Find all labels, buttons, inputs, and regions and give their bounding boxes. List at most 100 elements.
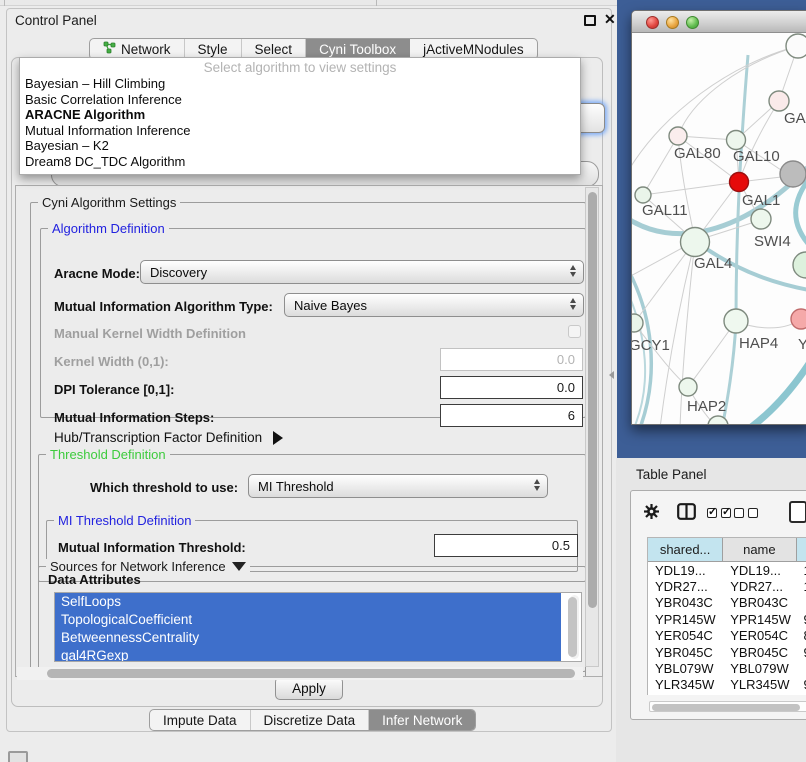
- select-all-columns-icon[interactable]: [707, 506, 735, 521]
- settings-vertical-scrollbar[interactable]: [585, 187, 599, 667]
- group-title: Cyni Algorithm Settings: [38, 195, 180, 210]
- node-gal10[interactable]: [727, 131, 746, 150]
- node-gal11[interactable]: [635, 187, 651, 203]
- window-zoom-button[interactable]: [686, 16, 699, 29]
- table-row[interactable]: YDR27...YDR27...12: [648, 578, 806, 594]
- node-gal1-selected[interactable]: [730, 173, 749, 192]
- table-row[interactable]: YLR345WYLR345W9.: [648, 677, 806, 693]
- mi-steps-label: Mutual Information Steps:: [54, 410, 214, 425]
- table-row[interactable]: YDL19...YDL19...13: [648, 562, 806, 578]
- attribute-item-selected[interactable]: gal4RGexp: [55, 647, 561, 662]
- bottom-tabbar: Impute Data Discretize Data Infer Networ…: [149, 709, 476, 731]
- splitter-handle-icon[interactable]: [609, 371, 614, 379]
- window-close-button[interactable]: [646, 16, 659, 29]
- table-header-row: shared... name: [648, 538, 806, 562]
- tab-discretize-data[interactable]: Discretize Data: [251, 710, 370, 730]
- attribute-item-selected[interactable]: BetweennessCentrality: [55, 629, 561, 647]
- tab-jactivemnodules[interactable]: jActiveMNodules: [410, 39, 537, 59]
- tab-infer-network[interactable]: Infer Network: [369, 710, 475, 730]
- table-panel-title: Table Panel: [636, 467, 707, 482]
- network-canvas[interactable]: GAL8 GAL80 GAL10 GAL1 GAL11 SWI4 GAL4 GC…: [632, 33, 806, 425]
- mi-threshold-label: Mutual Information Threshold:: [58, 540, 246, 555]
- algorithm-option-selected[interactable]: ARACNE Algorithm: [20, 107, 580, 123]
- node-gal80[interactable]: [669, 127, 687, 145]
- list-scrollbar-thumb[interactable]: [568, 597, 577, 657]
- node-label: GAL10: [733, 148, 780, 165]
- stepper-arrows-icon: [534, 479, 540, 491]
- table-panel: Table Panel: [616, 458, 806, 762]
- table-row[interactable]: YBR045CYBR045C9.: [648, 644, 806, 660]
- stepper-arrows-icon: [570, 265, 576, 277]
- apply-button[interactable]: Apply: [275, 677, 343, 700]
- group-title: MI Threshold Definition: [54, 513, 195, 528]
- tab-select[interactable]: Select: [242, 39, 307, 59]
- mi-steps-input[interactable]: 6: [440, 404, 583, 427]
- new-table-icon[interactable]: [789, 501, 806, 523]
- tab-network[interactable]: Network: [90, 39, 185, 59]
- list-scrollbar[interactable]: [570, 595, 579, 659]
- node-unlabeled[interactable]: [786, 34, 806, 58]
- dpi-tolerance-label: DPI Tolerance [0,1]:: [54, 382, 174, 397]
- window-minimize-button[interactable]: [666, 16, 679, 29]
- node-gcy1[interactable]: [632, 314, 643, 332]
- tab-style[interactable]: Style: [185, 39, 242, 59]
- algorithm-option[interactable]: Dream8 DC_TDC Algorithm: [20, 154, 580, 170]
- deselect-all-columns-icon[interactable]: [734, 506, 762, 521]
- close-icon[interactable]: ✕: [604, 11, 616, 28]
- table-row[interactable]: YBL079WYBL079W: [648, 660, 806, 676]
- vertical-scrollbar-thumb[interactable]: [588, 192, 597, 608]
- tab-impute-data[interactable]: Impute Data: [150, 710, 251, 730]
- node-gal8[interactable]: [769, 91, 789, 111]
- node-gal4[interactable]: [681, 228, 710, 257]
- node-gray[interactable]: [780, 161, 806, 187]
- aracne-mode-combobox[interactable]: Discovery: [140, 260, 584, 284]
- tab-cyni-toolbox[interactable]: Cyni Toolbox: [306, 39, 410, 59]
- mi-algorithm-type-combobox[interactable]: Naive Bayes: [284, 293, 584, 317]
- dropdown-prompt: Select algorithm to view settings: [20, 58, 580, 76]
- column-header-shared[interactable]: shared...: [648, 538, 723, 561]
- node-salmon[interactable]: [791, 309, 806, 329]
- float-window-icon[interactable]: [584, 15, 596, 26]
- hub-definition-toggle[interactable]: Hub/Transcription Factor Definition: [54, 430, 283, 445]
- tab-label: Network: [121, 42, 171, 57]
- mi-threshold-input[interactable]: 0.5: [434, 534, 578, 557]
- settings-horizontal-scrollbar[interactable]: [17, 667, 583, 680]
- network-view-window[interactable]: GAL8 GAL80 GAL10 GAL1 GAL11 SWI4 GAL4 GC…: [631, 10, 806, 425]
- tab-label: Select: [255, 42, 293, 57]
- docked-panel-icon[interactable]: [8, 751, 28, 762]
- which-threshold-combobox[interactable]: MI Threshold: [248, 474, 548, 498]
- gear-icon[interactable]: [643, 503, 660, 523]
- node-label: SWI4: [754, 233, 791, 250]
- kernel-width-input[interactable]: 0.0: [440, 348, 583, 371]
- algorithm-option[interactable]: Bayesian – Hill Climbing: [20, 76, 580, 92]
- algorithm-option[interactable]: Basic Correlation Inference: [20, 92, 580, 108]
- table-row-clipped[interactable]: YIL052CYIL052C9: [648, 693, 806, 695]
- dpi-tolerance-input[interactable]: 0.0: [440, 376, 583, 399]
- attribute-item-selected[interactable]: SelfLoops: [55, 593, 561, 611]
- kernel-width-label: Kernel Width (0,1):: [54, 354, 169, 369]
- manual-kernel-width-checkbox[interactable]: [568, 325, 581, 338]
- network-window-titlebar[interactable]: [632, 11, 806, 33]
- node-hap2[interactable]: [679, 378, 697, 396]
- node-attribute-table: shared... name YDL19...YDL19...13 YDR27.…: [647, 537, 806, 695]
- node-hap4[interactable]: [724, 309, 748, 333]
- horizontal-scrollbar-thumb[interactable]: [47, 669, 575, 678]
- node-label: GAL1: [742, 192, 780, 209]
- column-header-clipped[interactable]: [797, 538, 806, 561]
- algorithm-option[interactable]: Mutual Information Inference: [20, 123, 580, 139]
- table-scrollbar-thumb[interactable]: [652, 704, 800, 711]
- algorithm-dropdown-popup: Select algorithm to view settings Bayesi…: [19, 57, 581, 175]
- node-unlabeled[interactable]: [793, 252, 806, 278]
- node-swi4[interactable]: [751, 209, 771, 229]
- table-horizontal-scrollbar[interactable]: [649, 701, 806, 712]
- algorithm-option[interactable]: Bayesian – K2: [20, 138, 580, 154]
- node-label: HAP2: [687, 398, 726, 415]
- column-header-name[interactable]: name: [723, 538, 796, 561]
- collapse-down-icon[interactable]: [232, 562, 246, 571]
- table-row[interactable]: YPR145WYPR145W9.: [648, 611, 806, 627]
- expand-right-icon: [273, 431, 283, 445]
- table-row[interactable]: YER054CYER054C8.: [648, 628, 806, 644]
- table-row[interactable]: YBR043CYBR043C: [648, 595, 806, 611]
- attribute-item-selected[interactable]: TopologicalCoefficient: [55, 611, 561, 629]
- columns-icon[interactable]: [677, 503, 696, 523]
